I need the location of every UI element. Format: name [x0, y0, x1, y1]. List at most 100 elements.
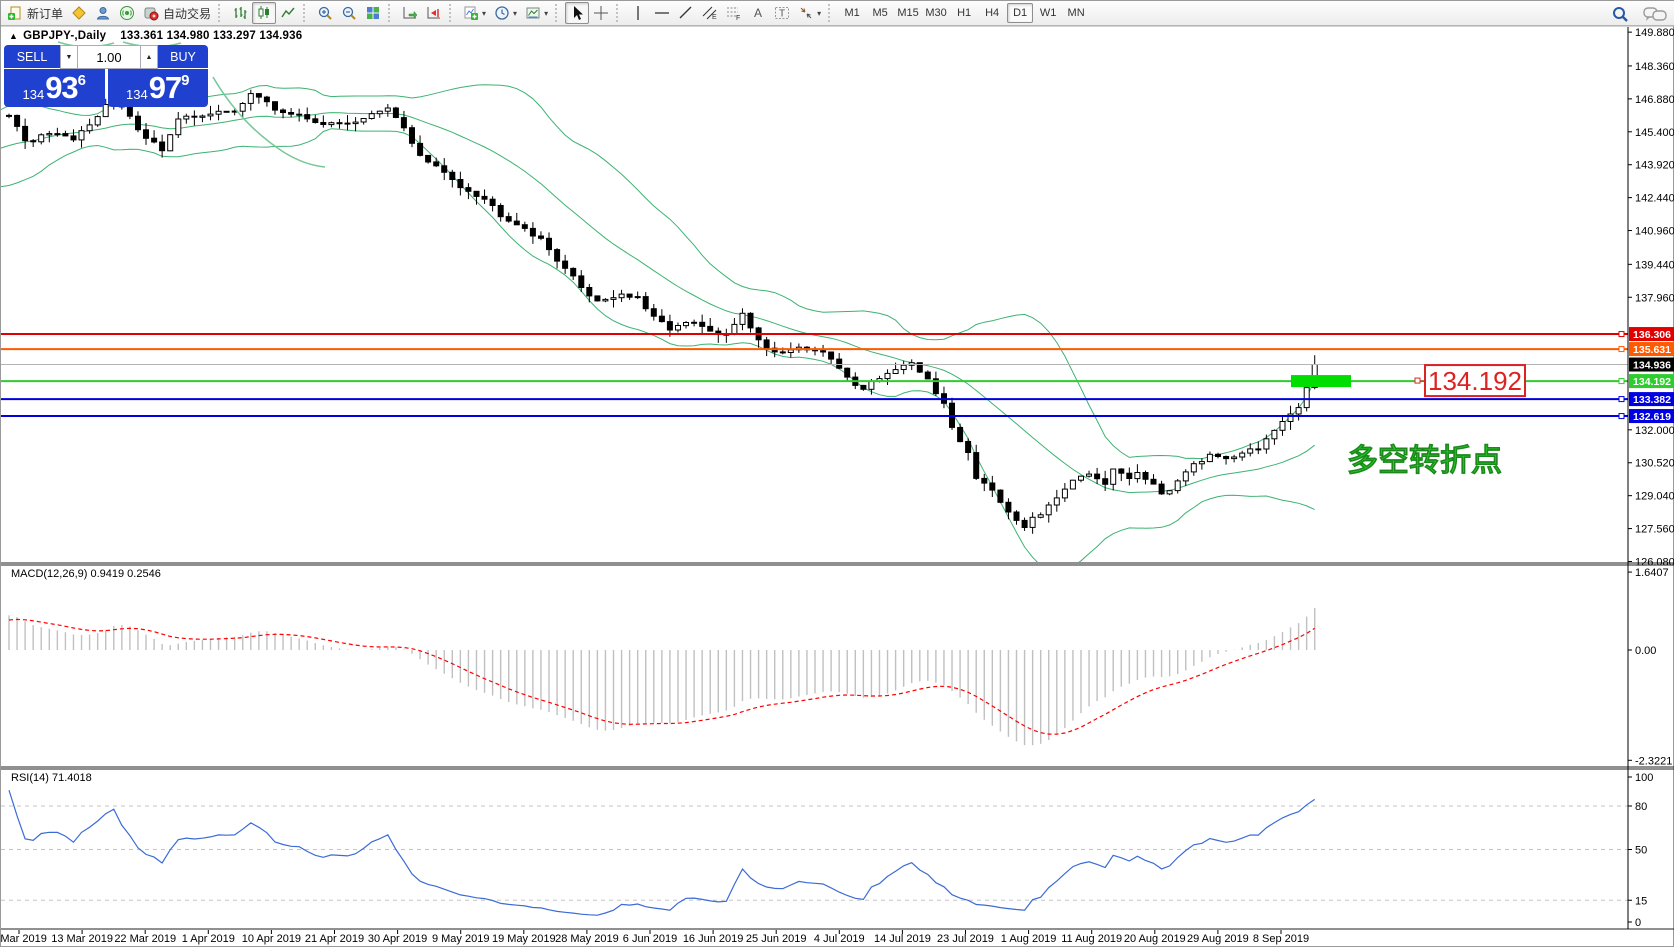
rsi-tick-label: 0: [1635, 917, 1641, 929]
candle-bear: [433, 161, 440, 167]
macd-pane: [8, 608, 1316, 746]
timeframe-m1-button[interactable]: M1: [839, 3, 865, 23]
timeframe-d1-button[interactable]: D1: [1007, 3, 1034, 23]
candle-bear: [779, 351, 786, 354]
candle-bull: [1166, 490, 1173, 495]
macd-tick-label: 0.00: [1635, 645, 1656, 657]
crosshair-icon: [594, 6, 609, 20]
crosshair-button[interactable]: [589, 2, 613, 24]
candle-bear: [699, 321, 706, 327]
candle-bull: [1303, 387, 1310, 409]
timeframe-w1-button[interactable]: W1: [1035, 3, 1061, 23]
candle-bear: [836, 358, 843, 369]
timeframe-mn-button[interactable]: MN: [1063, 3, 1089, 23]
text-label-button[interactable]: T: [770, 2, 794, 24]
candle-bull: [1061, 488, 1068, 499]
arrows-button[interactable]: ▾: [794, 2, 825, 24]
candle-bear: [263, 96, 270, 103]
vertical-line-button[interactable]: [626, 2, 650, 24]
templates-button[interactable]: ▾: [521, 2, 552, 24]
candle-bear: [280, 109, 286, 113]
broadcast-icon: [120, 6, 135, 20]
candle-bear: [1102, 478, 1109, 485]
sell-price-button[interactable]: 134 93 6: [4, 69, 105, 107]
candle-bull: [199, 115, 206, 118]
candle-bear: [860, 384, 867, 390]
timeframe-h1-button[interactable]: H1: [951, 3, 977, 23]
price-badge-label: 135.631: [1633, 344, 1671, 356]
cursor-button[interactable]: [565, 2, 590, 24]
zoom-out-button[interactable]: [337, 2, 361, 24]
candle-bear: [417, 142, 424, 156]
buy-button[interactable]: BUY: [158, 45, 208, 69]
candle-bear: [763, 339, 770, 349]
bar-chart-button[interactable]: [228, 2, 252, 24]
candlestick-chart-icon: [258, 6, 270, 19]
timeframe-h4-button[interactable]: H4: [979, 3, 1005, 23]
candle-bear: [1150, 478, 1157, 485]
volume-up-button[interactable]: ▲: [140, 45, 158, 69]
bollinger-band: [1, 128, 1315, 562]
horizontal-line-button[interactable]: [650, 2, 674, 24]
text-button[interactable]: A: [746, 2, 770, 24]
chart-shift-button[interactable]: [422, 2, 446, 24]
svg-text:A: A: [754, 6, 762, 20]
sell-button[interactable]: SELL: [4, 45, 60, 69]
timeframe-m15-button[interactable]: M15: [895, 3, 921, 23]
fibonacci-button[interactable]: F: [722, 2, 746, 24]
auto-scroll-button[interactable]: [398, 2, 422, 24]
candle-bear: [223, 110, 230, 113]
cn-annotation-text[interactable]: 多空转折点: [1347, 443, 1503, 479]
candle-bull: [1069, 479, 1076, 490]
buy-price-button[interactable]: 134 97 9: [107, 69, 208, 107]
equidistant-channel-button[interactable]: E: [698, 2, 722, 24]
timeframe-m5-button[interactable]: M5: [867, 3, 893, 23]
candle-bull: [46, 133, 53, 136]
callout-anchor: [1414, 377, 1421, 384]
candle-bear: [1215, 453, 1221, 457]
candle-bear: [409, 127, 415, 144]
line-chart-button[interactable]: [276, 2, 300, 24]
broadcast-button[interactable]: [115, 2, 139, 24]
volume-field[interactable]: 1.00: [78, 45, 140, 69]
search-icon[interactable]: [1611, 5, 1629, 23]
auto-trading-label: 自动交易: [163, 6, 212, 21]
new-order-button[interactable]: 新订单: [3, 2, 67, 24]
zoom-in-button[interactable]: [313, 2, 337, 24]
candle-bear: [14, 114, 21, 127]
candle-bull: [215, 110, 222, 115]
date-tick-label: 1 Aug 2019: [1001, 933, 1057, 945]
collapse-arrow-icon[interactable]: ▲: [9, 31, 18, 41]
chat-icon[interactable]: [1643, 5, 1667, 23]
candle-bull: [1134, 472, 1141, 480]
rsi-tick-label: 50: [1635, 845, 1647, 857]
candle-bull: [892, 369, 899, 375]
candle-bear: [973, 452, 980, 479]
chart-shift-icon: [427, 7, 441, 19]
candle-bear: [642, 296, 649, 310]
tile-windows-button[interactable]: [361, 2, 385, 24]
indicators-button[interactable]: ▾: [459, 2, 490, 24]
price-tick-label: 137.960: [1635, 292, 1674, 304]
candle-bull: [1198, 461, 1205, 465]
timeframe-m30-button[interactable]: M30: [923, 3, 949, 23]
candlestick-chart-button[interactable]: [252, 2, 277, 24]
svg-text:T: T: [779, 9, 785, 20]
profile-button[interactable]: [91, 2, 115, 24]
candle-bull: [352, 121, 359, 125]
candle-bear: [989, 482, 996, 491]
auto-trading-button[interactable]: 自动交易: [139, 2, 215, 24]
volume-down-button[interactable]: ▼: [60, 45, 78, 69]
trendline-button[interactable]: [674, 2, 698, 24]
chart-canvas[interactable]: 134.192 多空转折点 149.880 148.360 146.880 145.400…: [1, 1, 1674, 947]
highlight-rect[interactable]: [1291, 375, 1351, 388]
indicator-list-button[interactable]: [67, 2, 91, 24]
cursor-icon: [574, 6, 584, 20]
candle-bear: [135, 115, 141, 131]
candle-bull: [1271, 429, 1278, 440]
candle-bear: [997, 489, 1004, 503]
candle-bull: [1247, 448, 1254, 454]
candle-bear: [70, 135, 77, 141]
periods-button[interactable]: ▾: [490, 2, 521, 24]
candle-bear: [924, 371, 931, 380]
